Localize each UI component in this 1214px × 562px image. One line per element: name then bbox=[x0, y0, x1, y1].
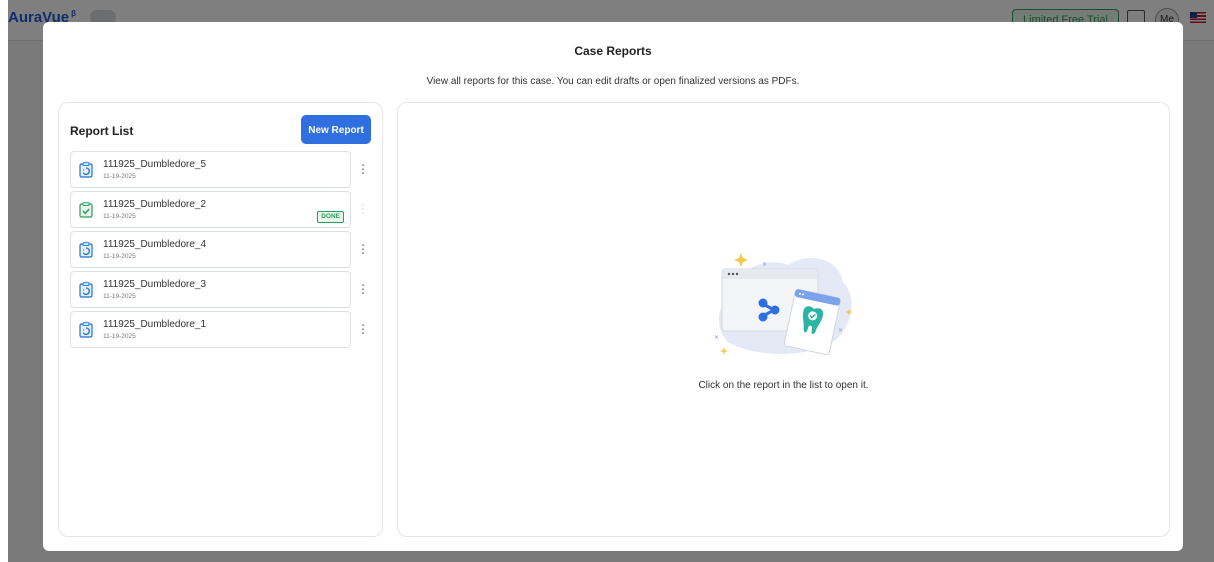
report-menu-icon[interactable]: ⋮ bbox=[357, 159, 369, 179]
page-edge bbox=[0, 0, 8, 562]
report-name: 111925_Dumbledore_5 bbox=[103, 159, 207, 170]
report-menu-icon[interactable]: ⋮ bbox=[357, 319, 369, 339]
report-row: 111925_Dumbledore_1 11-19-2025 ⋮ bbox=[70, 311, 375, 348]
report-viewer-panel: × × × Click on the report in the list to… bbox=[397, 102, 1170, 537]
report-draft-icon bbox=[79, 242, 93, 258]
report-row: 111925_Dumbledore_5 11-19-2025 ⋮ bbox=[70, 151, 375, 188]
report-list-heading: Report List bbox=[70, 124, 134, 138]
report-name: 111925_Dumbledore_4 bbox=[103, 239, 207, 250]
modal-subtitle: View all reports for this case. You can … bbox=[426, 76, 800, 87]
new-report-button[interactable]: New Report bbox=[301, 115, 371, 144]
report-row: 111925_Dumbledore_2 11-19-2025 DONE ⋮ bbox=[70, 191, 375, 228]
report-date: 11-19-2025 bbox=[103, 253, 136, 260]
modal-title: Case Reports bbox=[574, 44, 652, 58]
report-name: 111925_Dumbledore_1 bbox=[103, 319, 207, 330]
report-item[interactable]: 111925_Dumbledore_3 11-19-2025 bbox=[70, 271, 351, 308]
report-draft-icon bbox=[79, 322, 93, 338]
report-date: 11-19-2025 bbox=[103, 173, 136, 180]
case-reports-modal: Case Reports View all reports for this c… bbox=[43, 22, 1183, 551]
report-item[interactable]: 111925_Dumbledore_2 11-19-2025 DONE bbox=[70, 191, 351, 228]
report-row: 111925_Dumbledore_4 11-19-2025 ⋮ bbox=[70, 231, 375, 268]
report-list: 111925_Dumbledore_5 11-19-2025 ⋮ 111925_Dum… bbox=[70, 151, 375, 351]
report-draft-icon bbox=[79, 162, 93, 178]
report-menu-icon[interactable]: ⋮ bbox=[357, 279, 369, 299]
report-menu-icon[interactable]: ⋮ bbox=[357, 239, 369, 259]
report-name: 111925_Dumbledore_3 bbox=[103, 279, 207, 290]
report-date: 11-19-2025 bbox=[103, 213, 136, 220]
report-menu-icon[interactable]: ⋮ bbox=[357, 199, 369, 219]
report-date: 11-19-2025 bbox=[103, 333, 136, 340]
report-item[interactable]: 111925_Dumbledore_1 11-19-2025 bbox=[70, 311, 351, 348]
report-done-icon bbox=[79, 202, 93, 218]
svg-text:×: × bbox=[838, 327, 843, 334]
report-row: 111925_Dumbledore_3 11-19-2025 ⋮ bbox=[70, 271, 375, 308]
empty-state-illustration: × × × bbox=[714, 253, 852, 356]
report-item[interactable]: 111925_Dumbledore_5 11-19-2025 bbox=[70, 151, 351, 188]
empty-state-message: Click on the report in the list to open … bbox=[698, 380, 869, 391]
report-name: 111925_Dumbledore_2 bbox=[103, 199, 207, 210]
report-draft-icon bbox=[79, 282, 93, 298]
report-item[interactable]: 111925_Dumbledore_4 11-19-2025 bbox=[70, 231, 351, 268]
report-list-panel: Report List New Report 111925_Dumbledore… bbox=[58, 102, 383, 537]
svg-text:×: × bbox=[762, 261, 767, 268]
svg-text:×: × bbox=[714, 334, 719, 341]
report-date: 11-19-2025 bbox=[103, 293, 136, 300]
status-badge: DONE bbox=[317, 211, 344, 223]
